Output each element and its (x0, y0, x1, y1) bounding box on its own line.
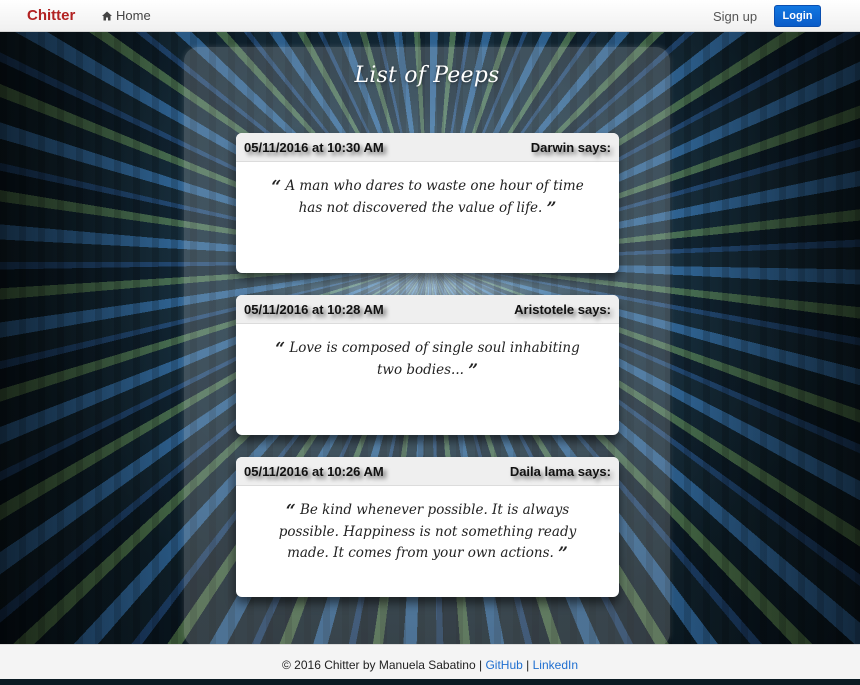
peep-message: Love is composed of single soul inhabiti… (289, 340, 580, 378)
peep-card: 05/11/2016 at 10:28 AM Aristotele says: … (236, 295, 619, 435)
top-navbar: Chitter Home Sign up Login (0, 0, 860, 32)
linkedin-link[interactable]: LinkedIn (533, 658, 578, 672)
peep-header: 05/11/2016 at 10:28 AM Aristotele says: (236, 295, 619, 324)
open-quote-mark: “ (275, 339, 286, 359)
copyright-text: © 2016 Chitter by Manuela Sabatino (282, 658, 476, 672)
peep-author: Daila lama says: (509, 464, 611, 479)
home-nav-link[interactable]: Home (102, 8, 151, 23)
peep-text: “ Love is composed of single soul inhabi… (236, 324, 619, 382)
close-quote-mark: ” (468, 361, 478, 381)
open-quote-mark: “ (285, 501, 296, 521)
peep-text: “ Be kind whenever possible. It is alway… (236, 486, 619, 565)
page-footer: © 2016 Chitter by Manuela Sabatino | Git… (0, 644, 860, 679)
peep-message: Be kind whenever possible. It is always … (278, 502, 577, 561)
peep-date: 05/11/2016 at 10:30 AM (244, 140, 384, 155)
footer-separator: | (478, 658, 483, 672)
footer-separator: | (526, 658, 530, 672)
brand-logo-link[interactable]: Chitter (27, 7, 75, 24)
peep-message: A man who dares to waste one hour of tim… (285, 178, 584, 216)
peep-header: 05/11/2016 at 10:26 AM Daila lama says: (236, 457, 619, 486)
home-icon (102, 11, 112, 20)
close-quote-mark: ” (546, 199, 557, 219)
github-link[interactable]: GitHub (485, 658, 522, 672)
peep-card: 05/11/2016 at 10:30 AM Darwin says: “ A … (236, 133, 619, 273)
page-title: List of Peeps (354, 63, 500, 88)
login-button[interactable]: Login (774, 5, 821, 27)
close-quote-mark: ” (558, 544, 568, 564)
peep-card: 05/11/2016 at 10:26 AM Daila lama says: … (236, 457, 619, 597)
peep-author: Darwin says: (530, 140, 611, 155)
open-quote-mark: “ (271, 177, 282, 197)
peep-date: 05/11/2016 at 10:28 AM (244, 302, 384, 317)
peep-author: Aristotele says: (514, 302, 611, 317)
peep-header: 05/11/2016 at 10:30 AM Darwin says: (236, 133, 619, 162)
home-label: Home (116, 8, 151, 23)
peep-text: “ A man who dares to waste one hour of t… (236, 162, 619, 220)
signup-link[interactable]: Sign up (713, 9, 757, 24)
peep-date: 05/11/2016 at 10:26 AM (244, 464, 384, 479)
